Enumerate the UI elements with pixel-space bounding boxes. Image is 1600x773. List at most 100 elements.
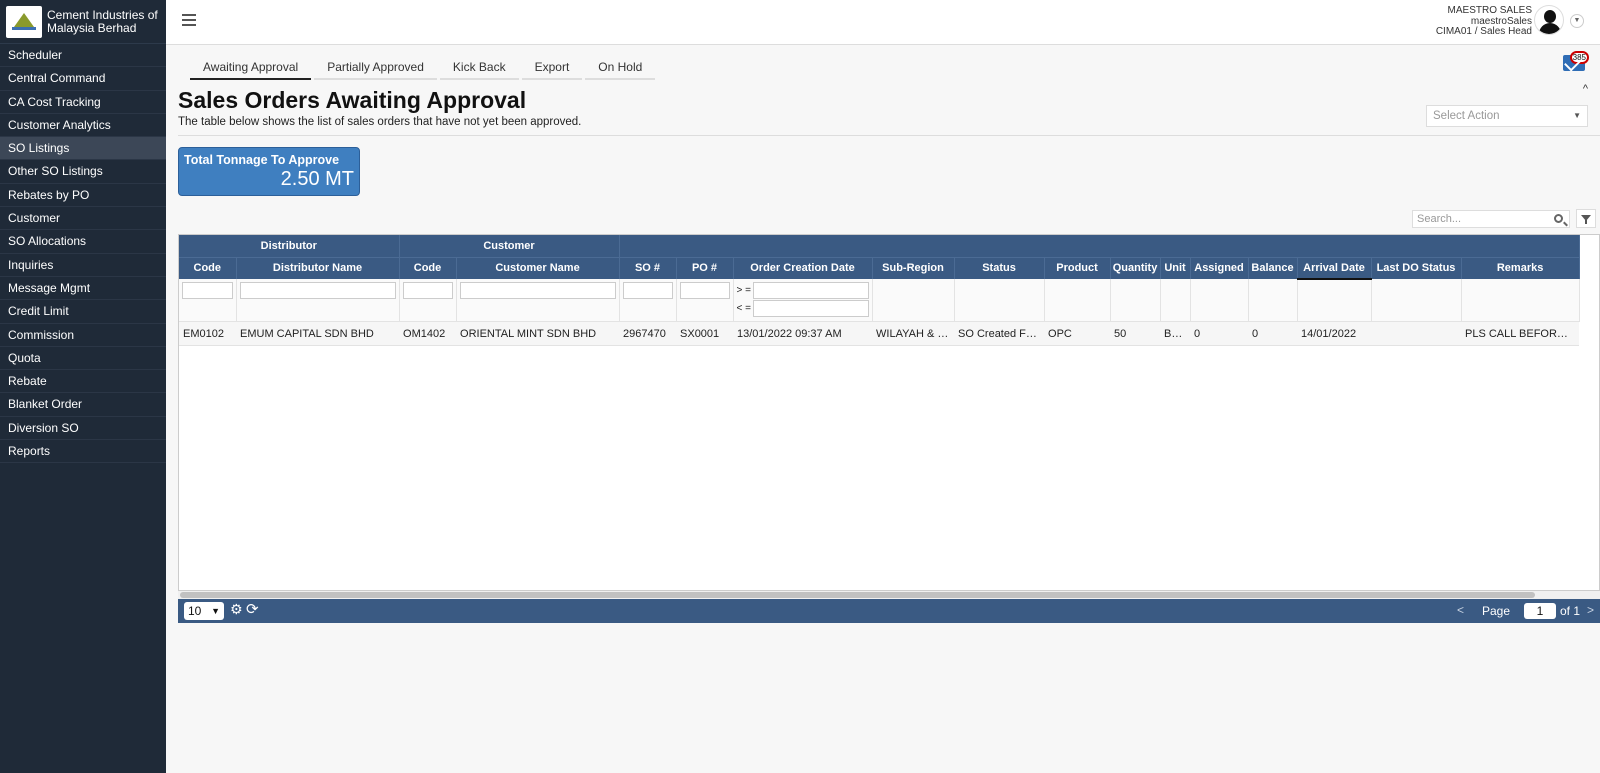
tab-partially-approved[interactable]: Partially Approved [314, 57, 437, 80]
table-row[interactable]: EM0102 EMUM CAPITAL SDN BHD OM1402 ORIEN… [179, 321, 1580, 346]
cell-so-number: 2967470 [619, 321, 677, 346]
next-page-button[interactable]: > [1587, 603, 1594, 617]
column-header-product[interactable]: Product [1044, 257, 1111, 279]
sidebar-item-message-mgmt[interactable]: Message Mgmt [0, 277, 166, 301]
column-header-quantity[interactable]: Quantity [1110, 257, 1161, 279]
chevron-down-icon: ▼ [211, 606, 220, 616]
tab-kick-back[interactable]: Kick Back [439, 57, 519, 80]
company-name: Cement Industries of Malaysia Berhad [47, 7, 158, 35]
chevron-down-icon: ▼ [1573, 111, 1581, 120]
sidebar-nav: Scheduler Central Command CA Cost Tracki… [0, 44, 166, 464]
tonnage-label: Total Tonnage To Approve [184, 153, 340, 167]
column-header-distributor-code[interactable]: Code [179, 257, 237, 279]
sidebar-item-so-listings[interactable]: SO Listings [0, 137, 166, 161]
column-header-arrival-date[interactable]: Arrival Date [1297, 257, 1372, 280]
mail-icon[interactable]: 385 [1563, 51, 1589, 71]
scrollbar-thumb[interactable] [180, 592, 1535, 598]
column-header-customer-name[interactable]: Customer Name [456, 257, 620, 279]
sidebar-item-blanket-order[interactable]: Blanket Order [0, 393, 166, 417]
cell-assigned: 0 [1190, 321, 1249, 346]
top-bar: MAESTRO SALES maestroSales CIMA01 / Sale… [166, 0, 1600, 45]
filter-po-number-input[interactable] [679, 282, 730, 299]
cell-customer-name: ORIENTAL MINT SDN BHD [456, 321, 620, 346]
cell-balance: 0 [1248, 321, 1298, 346]
sidebar-item-so-allocations[interactable]: SO Allocations [0, 230, 166, 254]
column-header-customer-code[interactable]: Code [399, 257, 457, 279]
column-header-distributor-name[interactable]: Distributor Name [236, 257, 400, 279]
filter-distributor-name-input[interactable] [239, 282, 396, 299]
sidebar-item-central-command[interactable]: Central Command [0, 67, 166, 91]
sidebar-item-quota[interactable]: Quota [0, 347, 166, 371]
cell-last-do-status [1371, 321, 1462, 346]
sidebar-item-credit-limit[interactable]: Credit Limit [0, 300, 166, 324]
sidebar-item-reports[interactable]: Reports [0, 440, 166, 464]
refresh-icon[interactable]: ⟳ [246, 600, 259, 618]
sidebar-item-commission[interactable]: Commission [0, 324, 166, 347]
column-header-order-creation-date[interactable]: Order Creation Date [733, 257, 873, 279]
group-header-empty [619, 235, 1580, 258]
filter-order-date-to-input[interactable] [752, 300, 869, 317]
column-header-last-do-status[interactable]: Last DO Status [1371, 257, 1462, 279]
sidebar-item-customer[interactable]: Customer [0, 207, 166, 231]
gear-icon[interactable]: ⚙ [230, 601, 243, 618]
column-header-balance[interactable]: Balance [1248, 257, 1298, 279]
prev-page-button[interactable]: < [1457, 603, 1464, 617]
column-header-assigned[interactable]: Assigned [1190, 257, 1249, 279]
sidebar-item-other-so-listings[interactable]: Other SO Listings [0, 160, 166, 184]
cell-quantity: 50 [1110, 321, 1161, 346]
column-header-unit[interactable]: Unit [1160, 257, 1191, 279]
hamburger-menu-icon[interactable] [182, 14, 196, 26]
cell-sub-region: WILAYAH & SELANGOR [872, 321, 955, 346]
cell-unit: Bags [1160, 321, 1191, 346]
tab-on-hold[interactable]: On Hold [585, 57, 656, 80]
user-display-name: MAESTRO SALES [1447, 5, 1532, 16]
collapse-chevron-up-icon[interactable]: ^ [1583, 83, 1588, 95]
select-action-dropdown[interactable]: Select Action ▼ [1426, 105, 1588, 127]
cell-remarks: PLS CALL BEFORE DELIVERY [1461, 321, 1580, 346]
column-header-so-number[interactable]: SO # [619, 257, 677, 279]
sidebar-item-ca-cost-tracking[interactable]: CA Cost Tracking [0, 91, 166, 114]
notification-count-badge: 385 [1569, 51, 1589, 64]
user-info: MAESTRO SALES maestroSales CIMA01 / Sale… [1435, 5, 1532, 38]
page-description: The table below shows the list of sales … [178, 116, 582, 128]
column-header-remarks[interactable]: Remarks [1461, 257, 1580, 279]
column-header-po-number[interactable]: PO # [676, 257, 734, 279]
user-menu-chevron-down-icon[interactable]: ▼ [1570, 14, 1584, 28]
filter-icon[interactable] [1576, 209, 1596, 228]
filter-row: > = < = [179, 279, 1580, 322]
sidebar-item-rebate[interactable]: Rebate [0, 370, 166, 394]
order-date-range-filter: > = < = [737, 282, 869, 317]
grid-pager: 10 ▼ ⚙ ⟳ < Page 1 of 1 > [178, 599, 1600, 623]
cell-product: OPC [1044, 321, 1111, 346]
tab-export[interactable]: Export [521, 57, 583, 80]
filter-customer-code-input[interactable] [402, 282, 453, 299]
cell-distributor-name: EMUM CAPITAL SDN BHD [236, 321, 400, 346]
page-number-input[interactable]: 1 [1524, 603, 1556, 619]
brand[interactable]: Cement Industries of Malaysia Berhad [0, 0, 166, 44]
search-icon[interactable] [1554, 214, 1563, 223]
page-size-select[interactable]: 10 ▼ [184, 602, 224, 620]
sidebar-item-rebates-by-po[interactable]: Rebates by PO [0, 184, 166, 208]
sidebar-item-diversion-so[interactable]: Diversion SO [0, 417, 166, 441]
cell-order-creation-date: 13/01/2022 09:37 AM [733, 321, 873, 346]
filter-order-date-from-input[interactable] [752, 282, 869, 299]
sidebar: Cement Industries of Malaysia Berhad Sch… [0, 0, 166, 773]
horizontal-scrollbar[interactable] [178, 591, 1600, 599]
cell-distributor-code: EM0102 [179, 321, 236, 346]
column-header-status[interactable]: Status [954, 257, 1045, 279]
filter-so-number-input[interactable] [622, 282, 673, 299]
avatar[interactable] [1534, 5, 1564, 35]
divider [178, 135, 1600, 136]
filter-customer-name-input[interactable] [459, 282, 616, 299]
sidebar-item-inquiries[interactable]: Inquiries [0, 254, 166, 277]
sidebar-item-customer-analytics[interactable]: Customer Analytics [0, 114, 166, 138]
user-role: CIMA01 / Sales Head [1435, 26, 1532, 37]
filter-distributor-code-input[interactable] [182, 282, 233, 299]
sales-orders-grid: Distributor Customer Code Distributor Na… [178, 234, 1600, 591]
tab-awaiting-approval[interactable]: Awaiting Approval [190, 57, 312, 80]
cell-status: SO Created From Portal [954, 321, 1045, 346]
sidebar-item-scheduler[interactable]: Scheduler [0, 44, 166, 68]
page-count: of 1 [1559, 604, 1580, 618]
column-header-sub-region[interactable]: Sub-Region [872, 257, 955, 279]
search-input[interactable]: Search... [1412, 210, 1570, 228]
